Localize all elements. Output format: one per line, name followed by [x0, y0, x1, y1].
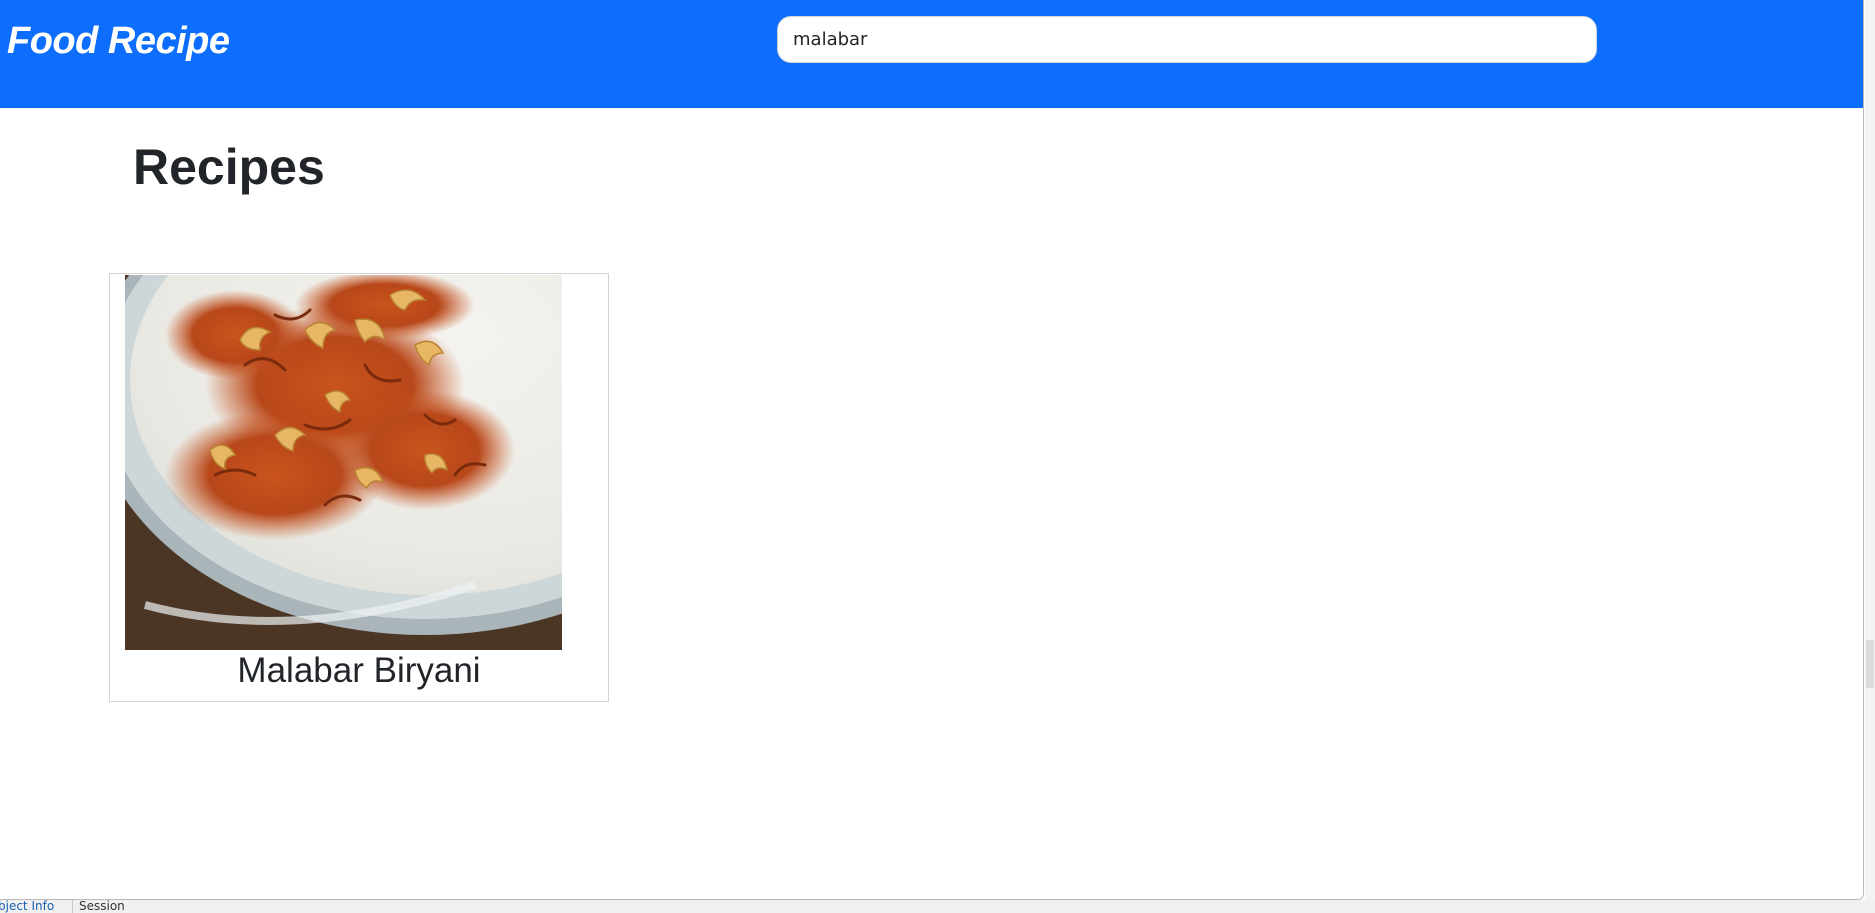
object-info-tab[interactable]: bject Info	[0, 900, 54, 913]
background-window-edge	[1865, 0, 1875, 913]
recipe-title[interactable]: Malabar Biryani	[110, 651, 608, 691]
background-status-bar: bject Info Session	[0, 900, 1875, 913]
page-title: Recipes	[133, 139, 325, 195]
brand-logo[interactable]: Food Recipe	[7, 20, 230, 63]
scrollbar-thumb	[1866, 640, 1874, 688]
navbar: Food Recipe	[0, 0, 1863, 108]
biryani-photo-icon	[125, 275, 562, 650]
recipe-image[interactable]	[125, 275, 562, 650]
search-input[interactable]	[777, 16, 1597, 63]
browser-viewport: Food Recipe Recipes	[0, 0, 1864, 900]
recipe-card[interactable]: Malabar Biryani	[109, 273, 609, 702]
session-tab[interactable]: Session	[72, 900, 125, 913]
